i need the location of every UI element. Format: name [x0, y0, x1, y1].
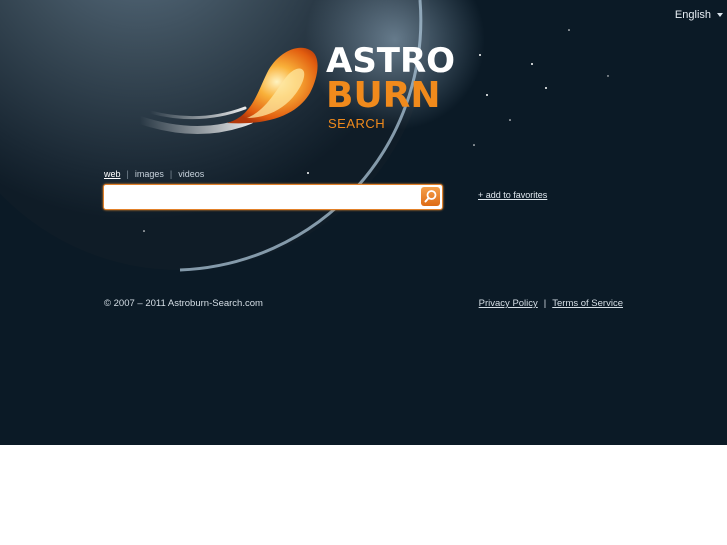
tab-separator: | — [169, 169, 173, 179]
logo-search-text: SEARCH — [328, 116, 386, 131]
logo-burn-text: BURN — [326, 75, 441, 116]
search-box — [103, 184, 443, 210]
search-input[interactable] — [108, 187, 418, 207]
footer-links: Privacy Policy | Terms of Service — [479, 298, 623, 309]
logo-astro-text: ASTRO — [326, 41, 456, 81]
tab-videos[interactable]: videos — [178, 169, 204, 179]
caret-down-icon — [717, 13, 723, 17]
search-button[interactable] — [421, 187, 440, 206]
language-label: English — [674, 9, 711, 21]
language-selector[interactable]: English — [675, 9, 723, 21]
add-to-favorites-link[interactable]: + add to favorites — [478, 190, 547, 200]
search-icon — [424, 190, 437, 203]
copyright-text: © 2007 – 2011 Astroburn-Search.com — [104, 298, 263, 309]
tab-separator: | — [126, 169, 129, 179]
terms-of-service-link[interactable]: Terms of Service — [552, 298, 623, 309]
tab-web[interactable]: web — [104, 169, 121, 179]
footer-separator: | — [543, 298, 547, 309]
privacy-policy-link[interactable]: Privacy Policy — [479, 298, 538, 309]
tab-images[interactable]: images — [135, 169, 164, 179]
hero-background: English ASTRO BURN SEARCH web | images |… — [0, 0, 727, 445]
search-type-tabs: web | images | videos — [104, 169, 204, 179]
